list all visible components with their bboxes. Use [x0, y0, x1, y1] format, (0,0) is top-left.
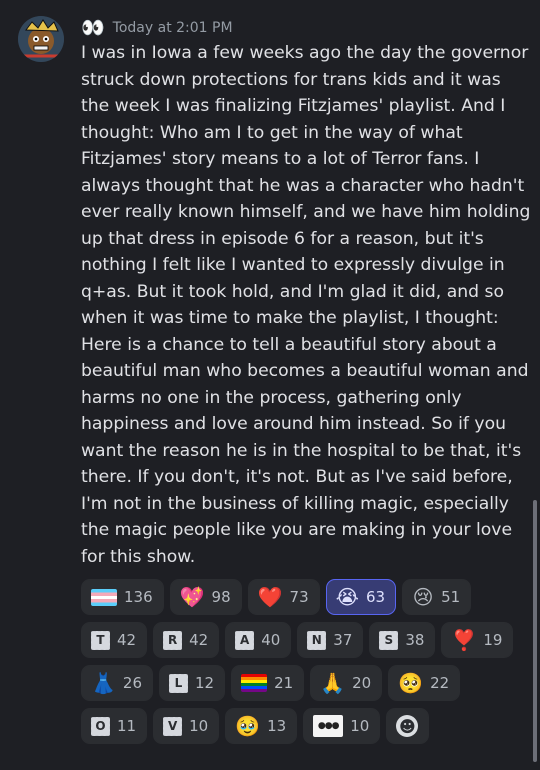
reaction-count: 42 — [189, 631, 209, 649]
message-header: 👀 Today at 2:01 PM — [81, 14, 233, 42]
reaction-pill[interactable]: V 10 — [153, 708, 220, 744]
letter-r-icon: R — [163, 630, 183, 650]
face-holding-back-tears-icon: 🥹 — [235, 714, 261, 738]
reaction-pill[interactable]: ●●● 10 — [303, 708, 381, 744]
reaction-count: 20 — [352, 674, 372, 692]
reaction-count: 40 — [261, 631, 281, 649]
reaction-pill[interactable]: ❤️ 73 — [247, 579, 320, 615]
reaction-pill[interactable]: 🥺 22 — [388, 665, 461, 701]
reaction-pill[interactable]: T 42 — [81, 622, 148, 658]
reaction-count: 22 — [430, 674, 450, 692]
sparkling-heart-icon: 💖 — [179, 585, 205, 609]
scrollbar[interactable] — [533, 500, 537, 762]
reaction-count: 51 — [441, 588, 461, 606]
reaction-count: 26 — [122, 674, 142, 692]
reaction-count: 10 — [189, 717, 209, 735]
reaction-pill[interactable]: 🥹 13 — [225, 708, 298, 744]
folded-hands-icon: 🙏 — [320, 671, 346, 695]
reaction-count: 73 — [289, 588, 309, 606]
reaction-pill[interactable]: 👗 26 — [81, 665, 153, 701]
reaction-pill[interactable]: 136 — [81, 579, 164, 615]
reaction-count: 11 — [117, 717, 137, 735]
crying-face-icon: 😢 — [412, 585, 434, 609]
reaction-pill[interactable]: 😭 63 — [325, 579, 397, 615]
reaction-pill[interactable]: 💖 98 — [169, 579, 242, 615]
reaction-pill[interactable]: ❣️ 19 — [441, 622, 514, 658]
eyes-emoji-icon: 👀 — [81, 16, 105, 39]
reaction-count: 37 — [333, 631, 353, 649]
dress-icon: 👗 — [91, 671, 116, 695]
avatar-image — [18, 16, 64, 62]
reaction-pill[interactable]: 😢 51 — [402, 579, 472, 615]
reaction-count: 12 — [195, 674, 215, 692]
reaction-pill[interactable]: R 42 — [153, 622, 220, 658]
letter-n-icon: N — [307, 630, 327, 650]
letter-v-icon: V — [163, 716, 183, 736]
reaction-pill[interactable]: A 40 — [225, 622, 292, 658]
timestamp[interactable]: Today at 2:01 PM — [113, 20, 233, 36]
avatar[interactable] — [18, 16, 64, 62]
letter-a-icon: A — [235, 630, 255, 650]
loudly-crying-face-icon: 😭 — [335, 585, 360, 609]
reaction-count: 136 — [124, 588, 153, 606]
reaction-pill[interactable]: L 12 — [159, 665, 226, 701]
reaction-pill[interactable]: 🙏 20 — [310, 665, 383, 701]
rainbow-flag-icon — [241, 674, 268, 692]
reaction-pill[interactable]: N 37 — [297, 622, 364, 658]
reaction-count: 98 — [211, 588, 231, 606]
transgender-flag-icon — [91, 588, 117, 606]
red-heart-icon: ❤️ — [257, 585, 283, 609]
reaction-pill[interactable]: S 38 — [369, 622, 436, 658]
letter-t-icon: T — [91, 630, 110, 650]
letter-o-icon: O — [91, 716, 110, 736]
reaction-count: 13 — [267, 717, 287, 735]
reaction-count: 63 — [366, 588, 386, 606]
reaction-count: 19 — [483, 631, 503, 649]
pleading-face-icon: 🥺 — [398, 671, 424, 695]
add-reaction-button[interactable]: ☻ — [386, 708, 430, 744]
letter-l-icon: L — [169, 673, 188, 693]
reaction-count: 38 — [405, 631, 425, 649]
heart-exclamation-icon: ❣️ — [451, 628, 477, 652]
add-reaction-icon: ☻ — [396, 715, 419, 737]
reaction-count: 42 — [117, 631, 137, 649]
custom-sticker-icon: ●●● — [313, 715, 344, 737]
reaction-pill[interactable]: 21 — [231, 665, 305, 701]
reaction-count: 10 — [350, 717, 370, 735]
reaction-count: 21 — [274, 674, 294, 692]
reactions-bar: 136 💖 98 ❤️ 73 😭 63 😢 51 T 42 R 42 A 40 N 37 S 38 ❣️ 19 👗 26 L 1… — [81, 579, 521, 751]
letter-s-icon: S — [379, 630, 399, 650]
message-body: I was in Iowa a few weeks ago the day th… — [81, 43, 531, 567]
reaction-pill[interactable]: O 11 — [81, 708, 148, 744]
